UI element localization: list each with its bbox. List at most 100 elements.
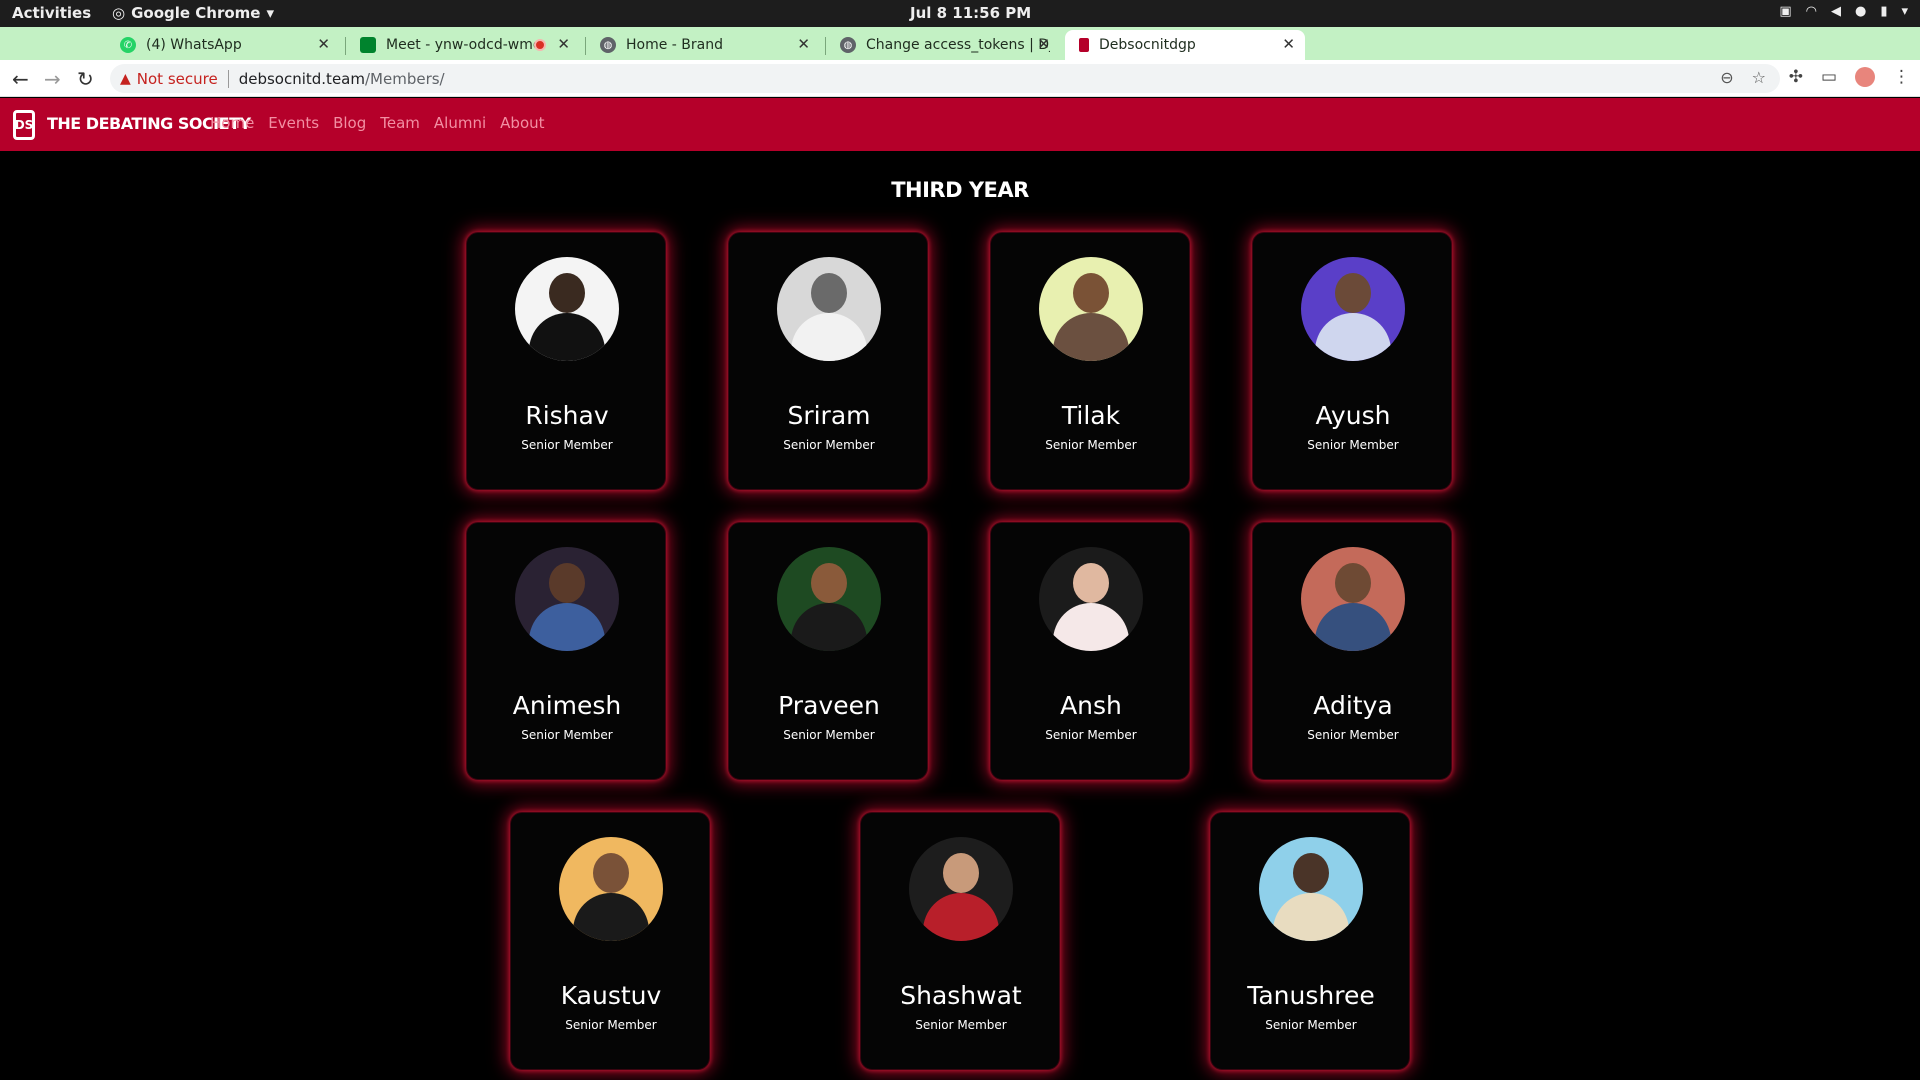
member-name: Praveen (778, 691, 880, 720)
member-name: Tilak (1061, 401, 1121, 430)
member-role: Senior Member (1307, 728, 1399, 742)
battery-icon: ▮ (1880, 4, 1888, 19)
mic-icon: ● (1854, 4, 1867, 19)
member-role: Senior Member (565, 1018, 657, 1032)
member-card[interactable]: Tilak Senior Member (990, 232, 1190, 490)
tab-title: Change access_tokens | Djan (866, 37, 1050, 53)
chevron-down-icon: ▾ (1901, 4, 1908, 19)
address-bar[interactable]: ▲ Not secure debsocnitd.team /Members/ ⊖… (110, 64, 1780, 93)
member-card[interactable]: Shashwat Senior Member (860, 812, 1060, 1070)
nav-team[interactable]: Team (380, 114, 420, 132)
section-title: THIRD YEAR (891, 178, 1029, 202)
member-avatar (1301, 547, 1405, 651)
member-name: Tanushree (1247, 981, 1375, 1010)
recording-icon (534, 39, 546, 51)
member-card[interactable]: Sriram Senior Member (728, 232, 928, 490)
wifi-icon: ◠ (1805, 4, 1817, 19)
member-role: Senior Member (521, 728, 613, 742)
member-card[interactable]: Kaustuv Senior Member (510, 812, 710, 1070)
society-logo[interactable]: DS (13, 110, 35, 140)
member-card[interactable]: Ayush Senior Member (1252, 232, 1452, 490)
member-avatar (1301, 257, 1405, 361)
volume-icon: ◀ (1830, 4, 1841, 19)
member-name: Kaustuv (560, 981, 662, 1010)
security-label[interactable]: Not secure (137, 70, 218, 88)
member-role: Senior Member (915, 1018, 1007, 1032)
tab-home-brand[interactable]: ◍ Home - Brand ✕ (590, 30, 820, 60)
member-avatar (1039, 257, 1143, 361)
close-tab-icon[interactable]: ✕ (797, 35, 810, 53)
back-icon[interactable]: ← (12, 67, 29, 91)
tab-django-admin[interactable]: ◍ Change access_tokens | Djan ✕ (830, 30, 1060, 60)
member-role: Senior Member (1307, 438, 1399, 452)
member-card[interactable]: Rishav Senior Member (466, 232, 666, 490)
chrome-icon: ◎ (112, 4, 126, 22)
tab-title: Debsocnitdgp (1099, 37, 1196, 53)
globe-icon: ◍ (840, 37, 856, 53)
member-role: Senior Member (521, 438, 613, 452)
system-tray[interactable]: ▣ ◠ ◀ ● ▮ ▾ (1779, 4, 1908, 19)
zoom-icon[interactable]: ⊖ (1720, 68, 1733, 87)
nav-blog[interactable]: Blog (333, 114, 366, 132)
member-avatar (515, 547, 619, 651)
activities-button[interactable]: Activities (12, 4, 91, 22)
browser-toolbar: ← → ↻ ▲ Not secure debsocnitd.team /Memb… (0, 60, 1920, 97)
menu-icon[interactable]: ⋮ (1893, 67, 1910, 87)
member-name: Rishav (525, 401, 609, 430)
forward-icon[interactable]: → (44, 67, 61, 91)
cast-icon[interactable]: ▭ (1821, 67, 1837, 87)
close-tab-icon[interactable]: ✕ (317, 35, 330, 53)
member-avatar (777, 547, 881, 651)
member-card[interactable]: Animesh Senior Member (466, 522, 666, 780)
member-role: Senior Member (1045, 728, 1137, 742)
nav-alumni[interactable]: Alumni (434, 114, 486, 132)
close-tab-icon[interactable]: ✕ (1282, 35, 1295, 53)
bookmark-star-icon[interactable]: ☆ (1752, 68, 1766, 87)
tab-debsocnitdgp[interactable]: Debsocnitdgp ✕ (1065, 30, 1305, 60)
member-avatar (1259, 837, 1363, 941)
url-path: /Members/ (364, 69, 445, 88)
member-avatar (515, 257, 619, 361)
member-name: Ansh (1060, 691, 1122, 720)
nav-events[interactable]: Events (268, 114, 319, 132)
profile-avatar[interactable] (1855, 67, 1875, 87)
member-avatar (909, 837, 1013, 941)
clock[interactable]: Jul 8 11:56 PM (910, 4, 1031, 22)
system-top-bar: Activities ◎ Google Chrome ▾ Jul 8 11:56… (0, 0, 1920, 27)
extensions-icon[interactable]: ✣ (1789, 67, 1803, 87)
site-navbar: DS THE DEBATING SOCIETY Home Events Blog… (0, 98, 1920, 151)
member-name: Ayush (1315, 401, 1391, 430)
member-card[interactable]: Ansh Senior Member (990, 522, 1190, 780)
tab-title: (4) WhatsApp (146, 37, 242, 53)
url-host: debsocnitd.team (238, 69, 365, 88)
chevron-down-icon: ▾ (266, 4, 275, 22)
reload-icon[interactable]: ↻ (77, 67, 94, 91)
member-role: Senior Member (783, 728, 875, 742)
member-card[interactable]: Aditya Senior Member (1252, 522, 1452, 780)
member-name: Aditya (1313, 691, 1393, 720)
member-avatar (1039, 547, 1143, 651)
member-name: Sriram (787, 401, 871, 430)
globe-icon: ◍ (600, 37, 616, 53)
tab-meet[interactable]: Meet - ynw-odcd-wme ✕ (350, 30, 580, 60)
member-card[interactable]: Praveen Senior Member (728, 522, 928, 780)
member-name: Shashwat (900, 981, 1022, 1010)
monitor-icon: ▣ (1779, 4, 1792, 19)
whatsapp-icon: ✆ (120, 37, 136, 53)
site-icon (1079, 38, 1089, 52)
nav-about[interactable]: About (500, 114, 544, 132)
member-role: Senior Member (783, 438, 875, 452)
meet-icon (360, 37, 376, 53)
member-avatar (777, 257, 881, 361)
member-card[interactable]: Tanushree Senior Member (1210, 812, 1410, 1070)
close-tab-icon[interactable]: ✕ (557, 35, 570, 53)
member-role: Senior Member (1045, 438, 1137, 452)
nav-home[interactable]: Home (210, 114, 254, 132)
member-avatar (559, 837, 663, 941)
member-role: Senior Member (1265, 1018, 1357, 1032)
tab-whatsapp[interactable]: ✆ (4) WhatsApp ✕ (110, 30, 340, 60)
close-tab-icon[interactable]: ✕ (1037, 35, 1050, 53)
tab-title: Home - Brand (626, 37, 723, 53)
app-name: Google Chrome (131, 4, 261, 22)
app-menu[interactable]: ◎ Google Chrome ▾ (112, 4, 274, 22)
